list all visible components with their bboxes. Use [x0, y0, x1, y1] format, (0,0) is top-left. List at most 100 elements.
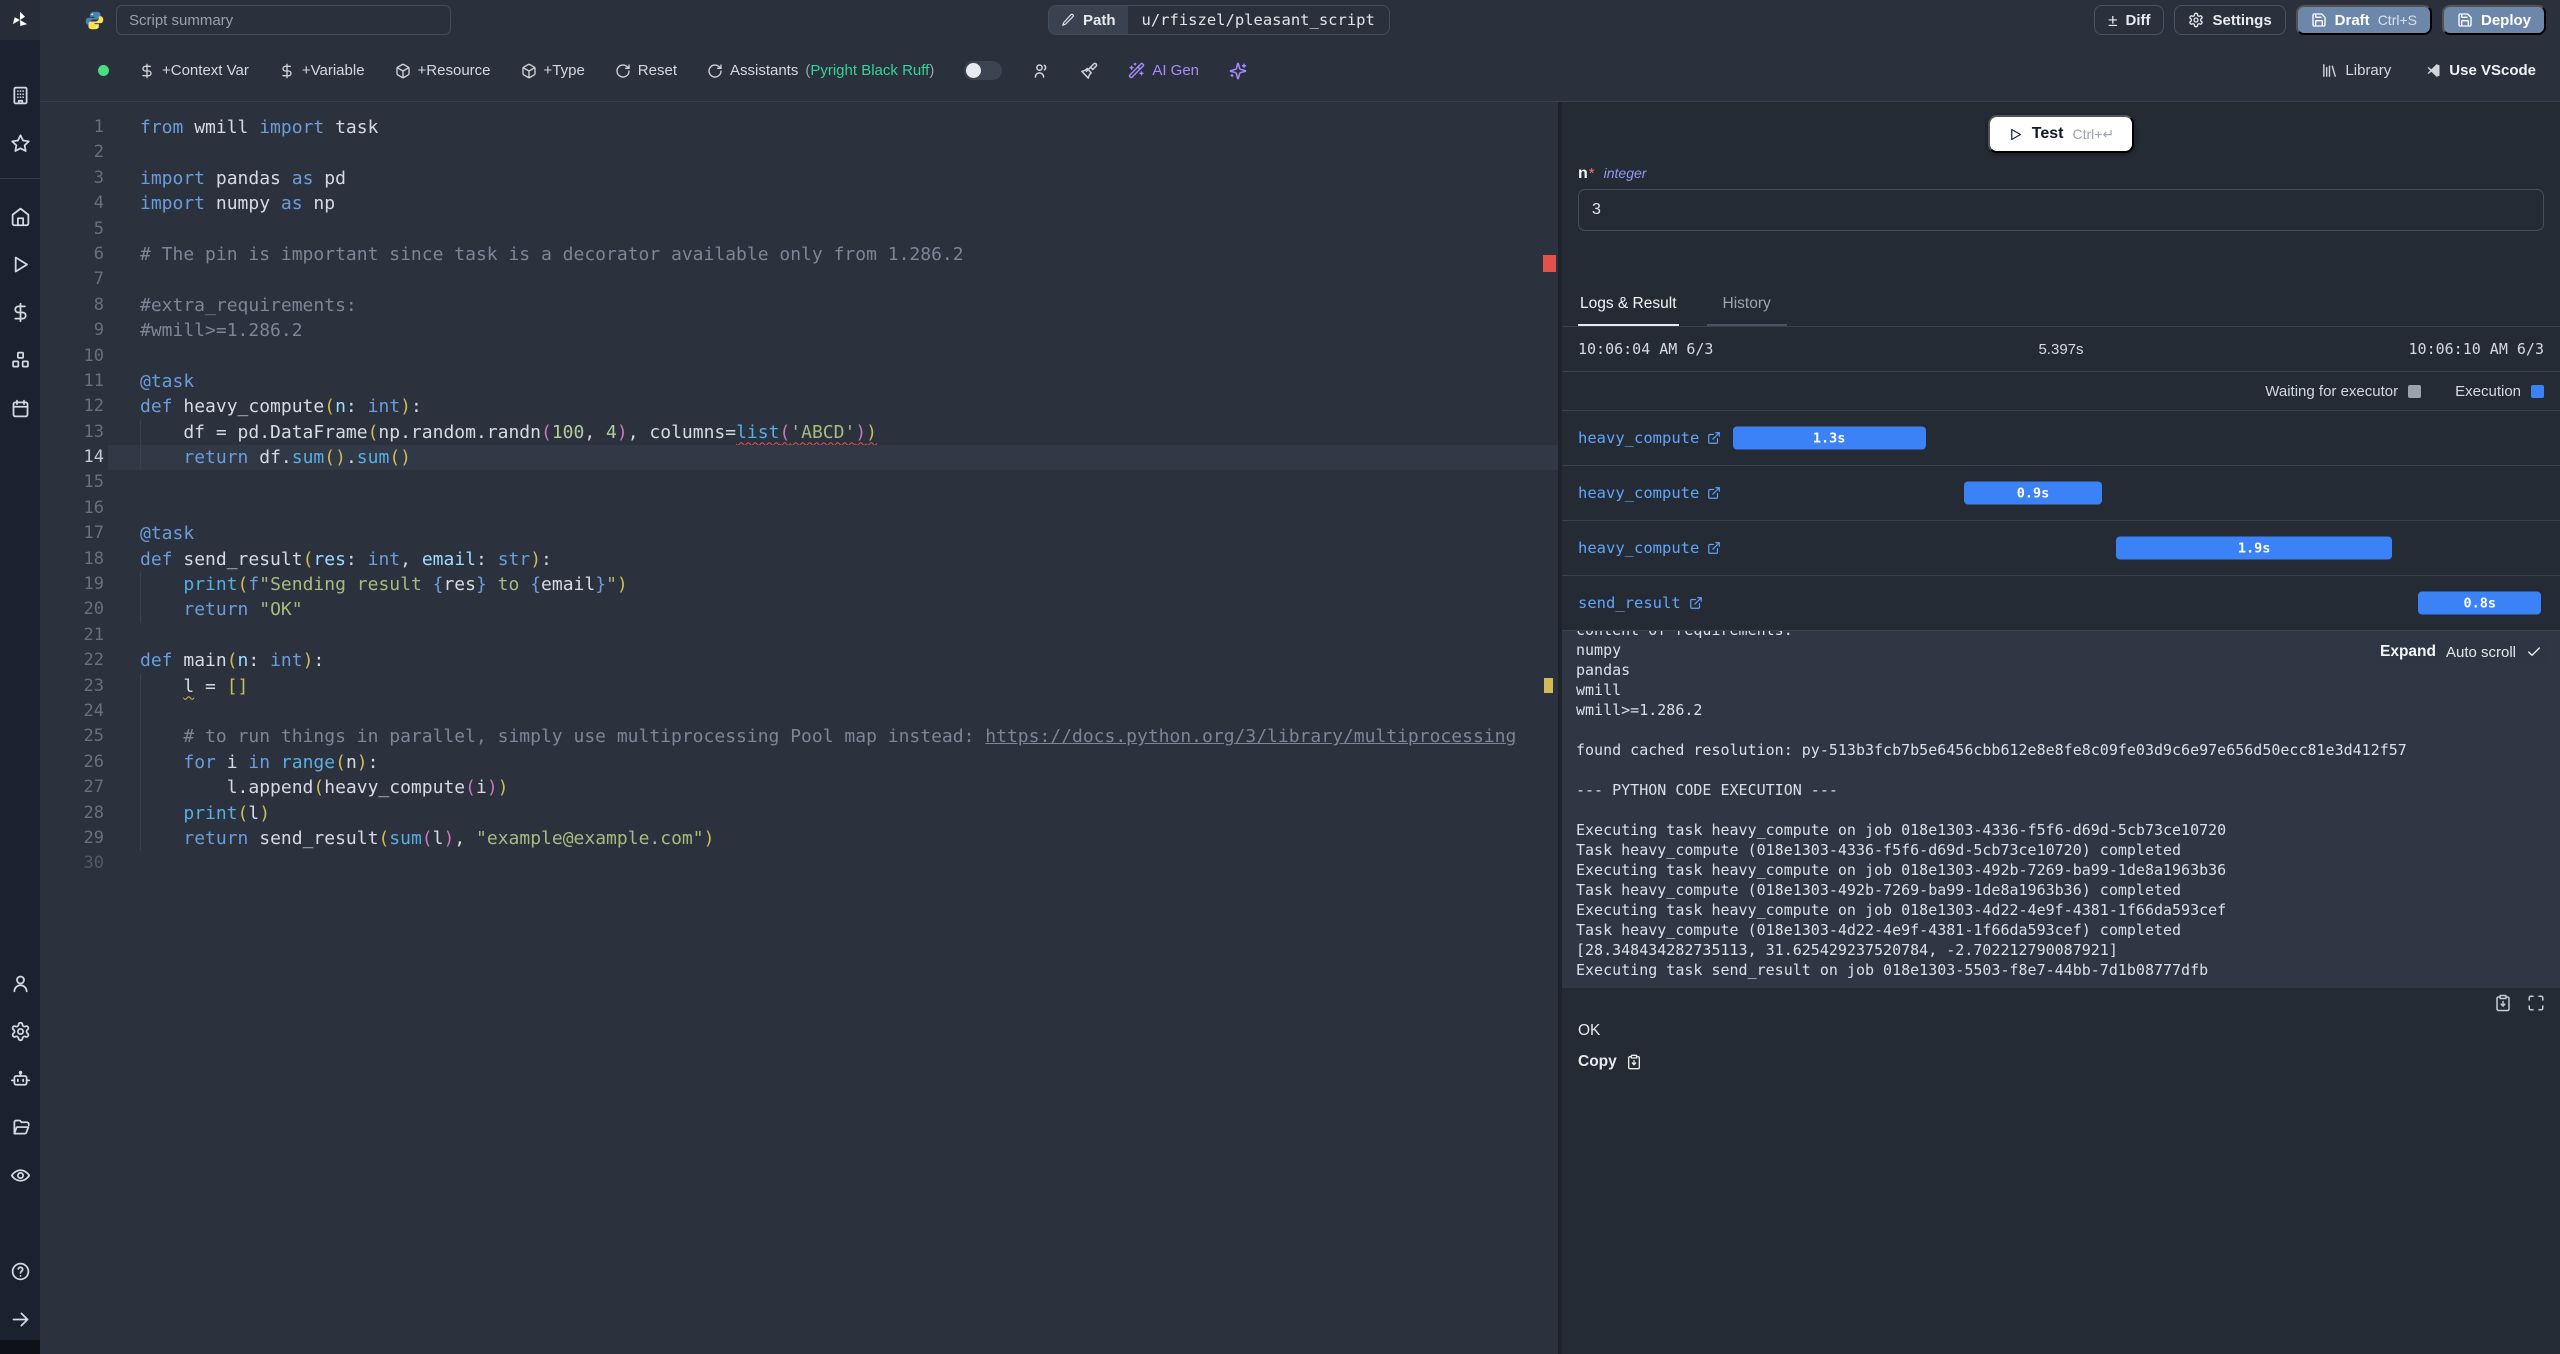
- code-line[interactable]: 12 def heavy_compute(n: int):: [40, 394, 1558, 419]
- code-line[interactable]: 17 @task: [40, 521, 1558, 546]
- home-icon[interactable]: [9, 205, 31, 227]
- code-line[interactable]: 29 return send_result(sum(l), "example@e…: [40, 825, 1558, 852]
- arg-n-input[interactable]: [1578, 189, 2544, 231]
- code-token: res: [313, 548, 346, 570]
- code-line[interactable]: 9 #wmill>=1.286.2: [40, 318, 1558, 343]
- timeline-row: heavy_compute 1.3s: [1562, 410, 2560, 465]
- code-token: import: [140, 193, 206, 215]
- folders-icon[interactable]: [9, 1116, 31, 1138]
- code-line[interactable]: 16: [40, 496, 1558, 521]
- variables-dollar-icon[interactable]: [9, 301, 31, 323]
- line-content: # The pin is important since task is a d…: [140, 242, 964, 267]
- code-line[interactable]: 18 def send_result(res: int, email: str)…: [40, 547, 1558, 572]
- code-line[interactable]: 2: [40, 140, 1558, 165]
- settings-gear-icon[interactable]: [9, 1020, 31, 1042]
- code-token: ): [530, 548, 542, 570]
- code-line[interactable]: 23 l = []: [40, 673, 1558, 700]
- code-token: send_result: [172, 548, 303, 570]
- code-token: l: [432, 827, 444, 849]
- code-token: as: [291, 167, 314, 189]
- draft-button[interactable]: Draft Ctrl+S: [2295, 5, 2432, 35]
- code-line[interactable]: 27 l.append(heavy_compute(i)): [40, 775, 1558, 801]
- path-edit-segment[interactable]: Path: [1049, 6, 1128, 34]
- execution-duration: 1.9s: [2237, 540, 2271, 556]
- workspace-icon[interactable]: [9, 84, 31, 106]
- code-line[interactable]: 15: [40, 470, 1558, 495]
- users-icon[interactable]: [9, 972, 31, 994]
- copy-logs-icon[interactable]: [2494, 994, 2512, 1012]
- status-dot: [98, 65, 109, 76]
- dollar-icon: [282, 63, 292, 78]
- code-line[interactable]: 19 print(f"Sending result {res} to {emai…: [40, 572, 1558, 598]
- code-line[interactable]: 13 df = pd.DataFrame(np.random.randn(100…: [40, 419, 1558, 446]
- tab-history[interactable]: History: [1706, 285, 1787, 326]
- library-button[interactable]: Library: [2321, 62, 2391, 79]
- code-line[interactable]: 10: [40, 344, 1558, 369]
- code-line[interactable]: 25 # to run things in parallel, simply u…: [40, 724, 1558, 751]
- code-line[interactable]: 7: [40, 267, 1558, 292]
- code-line[interactable]: 8 #extra_requirements:: [40, 293, 1558, 318]
- schedules-calendar-icon[interactable]: [9, 397, 31, 419]
- add-resource-button[interactable]: +Resource: [395, 62, 491, 79]
- code-line[interactable]: 6 # The pin is important since task is a…: [40, 242, 1558, 267]
- code-line[interactable]: 11 @task: [40, 369, 1558, 394]
- expand-sidebar-arrow-icon[interactable]: [9, 1308, 31, 1330]
- ai-gen-button[interactable]: AI Gen: [1128, 62, 1199, 79]
- sidebar-divider: [0, 178, 40, 179]
- windmill-logo[interactable]: [0, 0, 40, 40]
- code-editor[interactable]: 1 from wmill import task 2 3 import pand…: [40, 102, 1558, 1354]
- code-line[interactable]: 22 def main(n: int):: [40, 648, 1558, 673]
- auto-scroll-toggle[interactable]: Auto scroll: [2446, 644, 2516, 661]
- add-type-button[interactable]: +Type: [521, 62, 585, 79]
- line-number: 9: [93, 320, 104, 341]
- code-line[interactable]: 1 from wmill import task: [40, 115, 1558, 140]
- workers-robot-icon[interactable]: [9, 1068, 31, 1090]
- code-token: df = pd.DataFrame: [140, 421, 368, 443]
- assistants-button[interactable]: Assistants (Pyright Black Ruff): [707, 62, 934, 79]
- code-line[interactable]: 3 import pandas as pd: [40, 166, 1558, 191]
- copy-result-button[interactable]: Copy: [1578, 1053, 2544, 1071]
- use-vscode-button[interactable]: Use VScode: [2425, 62, 2536, 79]
- code-line[interactable]: 28 print(l): [40, 800, 1558, 827]
- script-summary-input[interactable]: [116, 5, 451, 35]
- tab-logs-result[interactable]: Logs & Result: [1578, 285, 1679, 326]
- runs-play-icon[interactable]: [9, 253, 31, 275]
- code-token: "OK": [259, 599, 303, 621]
- line-number: 27: [83, 777, 104, 798]
- multiplayer-users-icon[interactable]: [1032, 62, 1050, 80]
- test-button[interactable]: Test Ctrl+↵: [1987, 115, 2135, 153]
- add-variable-button[interactable]: +Variable: [279, 62, 365, 79]
- code-line[interactable]: 4 import numpy as np: [40, 191, 1558, 216]
- sparkles-icon[interactable]: [1229, 62, 1247, 80]
- help-icon[interactable]: [9, 1260, 31, 1282]
- line-content: return send_result(sum(l), "example@exam…: [140, 826, 714, 851]
- code-line[interactable]: 20 return "OK": [40, 597, 1558, 624]
- path-chip[interactable]: Path u/rfiszel/pleasant_script: [1048, 5, 1390, 35]
- line-content: print(f"Sending result {res} to {email}"…: [140, 572, 627, 597]
- ai-gen-label: AI Gen: [1152, 62, 1200, 79]
- code-line[interactable]: 24: [40, 698, 1558, 725]
- audit-eye-icon[interactable]: [9, 1164, 31, 1186]
- add-context-var-button[interactable]: +Context Var: [139, 62, 249, 79]
- favorites-star-icon[interactable]: [9, 132, 31, 154]
- format-paintbrush-icon[interactable]: [1080, 62, 1098, 80]
- fullscreen-icon[interactable]: [2527, 994, 2545, 1012]
- deploy-button[interactable]: Deploy: [2441, 5, 2546, 35]
- expand-logs-button[interactable]: Expand: [2380, 643, 2436, 661]
- diff-button[interactable]: ± Diff: [2094, 5, 2165, 35]
- code-line[interactable]: 30: [40, 851, 1558, 876]
- code-line[interactable]: 5: [40, 217, 1558, 242]
- settings-button[interactable]: Settings: [2174, 5, 2286, 35]
- draft-shortcut: Ctrl+S: [2377, 12, 2417, 28]
- topbar: Path u/rfiszel/pleasant_script ± Diff Se…: [40, 0, 2560, 40]
- code-line[interactable]: 14 return df.sum().sum(): [40, 445, 1558, 471]
- code-token: wmill: [183, 117, 260, 138]
- assistant-toggle[interactable]: [964, 61, 1003, 80]
- reset-button[interactable]: Reset: [615, 62, 677, 79]
- code-token: # The pin is important since task is a d…: [140, 243, 964, 265]
- code-token: send_result: [248, 827, 379, 849]
- code-line[interactable]: 26 for i in range(n):: [40, 749, 1558, 776]
- code-line[interactable]: 21: [40, 623, 1558, 648]
- resources-boxes-icon[interactable]: [9, 349, 31, 371]
